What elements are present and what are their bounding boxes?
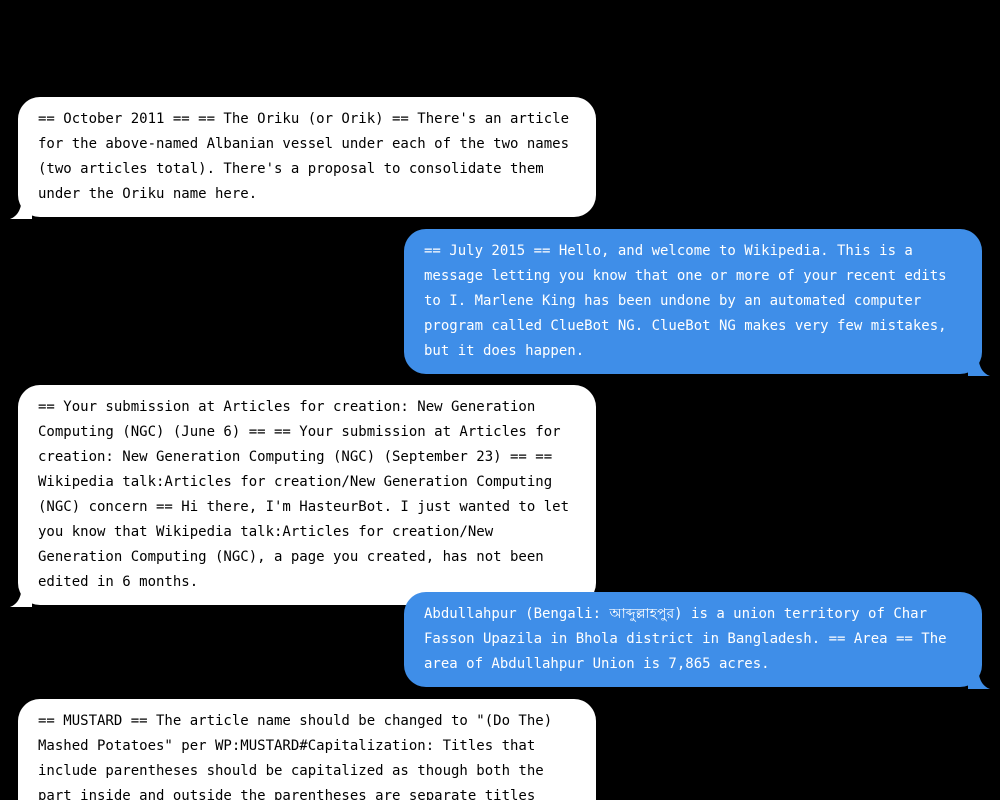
bubble-tail — [968, 356, 990, 376]
message-bubble-incoming[interactable]: == Your submission at Articles for creat… — [10, 385, 596, 607]
message-bubble-incoming[interactable]: == MUSTARD == The article name should be… — [18, 699, 596, 800]
chat-thread: == October 2011 == == The Oriku (or Orik… — [0, 0, 1000, 800]
message-bubble-outgoing[interactable]: == July 2015 == Hello, and welcome to Wi… — [404, 229, 990, 376]
message-text: == July 2015 == Hello, and welcome to Wi… — [424, 243, 947, 359]
bubble-tail — [968, 669, 990, 689]
message-text: Abdullahpur (Bengali: আব্দুল্লাহপুর) is … — [424, 606, 947, 672]
bubble-tail — [10, 587, 32, 607]
message-bubble-outgoing[interactable]: Abdullahpur (Bengali: আব্দুল্লাহপুর) is … — [404, 592, 990, 689]
message-text: == Your submission at Articles for creat… — [38, 399, 570, 590]
message-text: == MUSTARD == The article name should be… — [38, 713, 553, 800]
message-text: == October 2011 == == The Oriku (or Orik… — [38, 111, 570, 202]
bubble-tail — [10, 199, 32, 219]
message-bubble-incoming[interactable]: == October 2011 == == The Oriku (or Orik… — [10, 97, 596, 219]
